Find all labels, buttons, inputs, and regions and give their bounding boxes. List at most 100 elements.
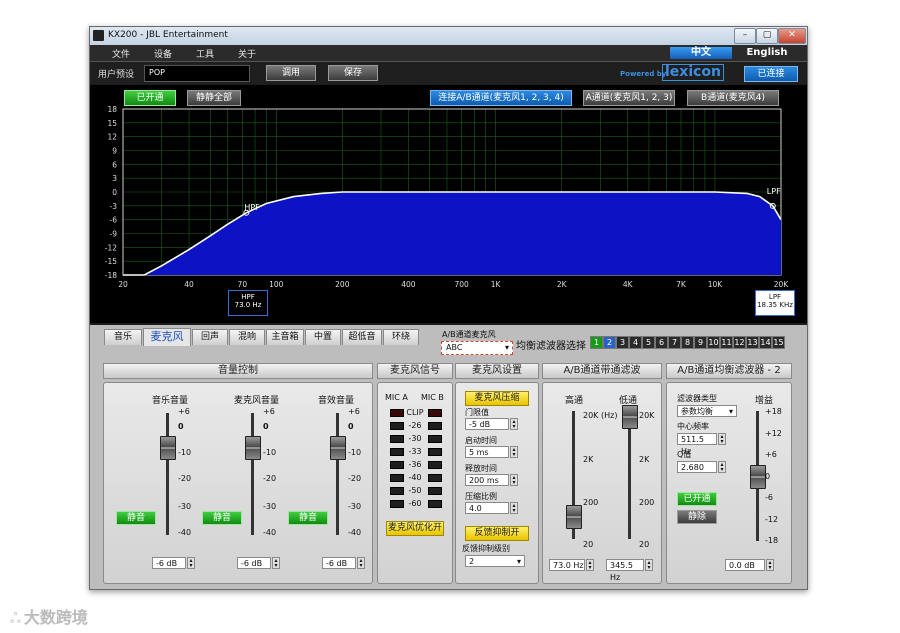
eq-channel-10-button[interactable]: 10 [707,336,720,349]
preset-field[interactable]: POP [144,65,250,82]
close-button[interactable]: ✕ [778,28,806,44]
watermark-logo: ஃ 大数跨境 [10,604,88,629]
mic-volume-knob[interactable] [245,436,261,460]
music-volume-knob[interactable] [160,436,176,460]
lang-en-button[interactable]: English [736,47,798,59]
eq-channel-4-button[interactable]: 4 [629,336,642,349]
x-tick-label: 2K [557,280,568,289]
mic-compress-button[interactable]: 麦克风压缩 [465,391,529,406]
mic-b-header: MIC B [421,393,444,402]
release-label: 释放时间 [465,464,497,473]
eq-channel-5-button[interactable]: 5 [642,336,655,349]
lowpass-track[interactable] [628,411,631,539]
connection-status-button[interactable]: 已连接 [744,66,798,82]
peq-bypass-button[interactable]: 静除 [677,510,717,524]
gain-knob[interactable] [750,465,766,489]
menu-about[interactable]: 关于 [238,47,256,60]
eq-channel-6-button[interactable]: 6 [655,336,668,349]
minimize-button[interactable]: – [734,28,756,44]
effect-volume-field[interactable]: -6 dB [322,557,356,569]
mic-volume-track[interactable] [251,413,254,535]
eq-channel-14-button[interactable]: 14 [759,336,772,349]
chevron-down-icon: ▾ [504,343,509,352]
effect-mute-button[interactable]: 静音 [288,511,328,525]
tab-surround[interactable]: 环绕 [383,329,419,345]
recall-button[interactable]: 调用 [266,65,316,81]
filter-type-dropdown[interactable]: 参数均衡 ▾ [677,405,737,417]
tab-mic[interactable]: 麦克风 [143,328,191,346]
section-bandpass-header: A/B通道带通滤波 [542,363,662,379]
highpass-knob[interactable] [566,505,582,529]
ratio-field[interactable]: 4.0 [465,502,509,514]
eq-channel-1-button[interactable]: 1 [590,336,603,349]
release-spinner[interactable]: ▴ ▾ [510,474,518,486]
attack-spinner[interactable]: ▴ ▾ [510,446,518,458]
tab-main-speaker[interactable]: 主音箱 [266,329,304,345]
tab-reverb[interactable]: 混响 [229,329,265,345]
q-spinner[interactable]: ▴ ▾ [718,461,726,473]
lang-zh-button[interactable]: 中文 [670,47,732,59]
eq-channel-3-button[interactable]: 3 [616,336,629,349]
q-field[interactable]: 2.680 [677,461,717,473]
threshold-field[interactable]: -5 dB [465,418,509,430]
lowpass-spinner[interactable]: ▴ ▾ [645,559,653,571]
lowpass-field[interactable]: 345.5 Hz [606,559,644,582]
mic-optimize-button[interactable]: 麦克风优化开 [386,521,444,536]
gain-spinner[interactable]: ▴ ▾ [766,559,774,571]
music-volume-field[interactable]: -6 dB [152,557,186,569]
highpass-field[interactable]: 73.0 Hz [549,559,585,571]
eq-response-chart[interactable]: 18 15 12 9 6 3 0 -3 -6 -9 -12 -15 -18 20 40 70 100 200 40… [105,105,790,289]
eq-channel-9-button[interactable]: 9 [694,336,707,349]
effect-volume-track[interactable] [336,413,339,535]
lowpass-knob[interactable] [622,405,638,429]
bypass-all-button[interactable]: 静静全部 [187,90,241,106]
hpf-box-title: HPF [241,293,255,301]
music-mute-button[interactable]: 静音 [116,511,156,525]
tab-subwoofer[interactable]: 超低音 [342,329,382,345]
music-volume-spinner[interactable]: ▴ ▾ [187,557,195,569]
y-tick-label: 3 [112,174,117,183]
eq-channel-11-button[interactable]: 11 [720,336,733,349]
menu-device[interactable]: 设备 [154,47,172,60]
menu-file[interactable]: 文件 [112,47,130,60]
mic-mute-button[interactable]: 静音 [202,511,242,525]
effect-volume-knob[interactable] [330,436,346,460]
route-b-button[interactable]: B通道(麦克风4) [687,90,779,106]
attack-field[interactable]: 5 ms [465,446,509,458]
maximize-button[interactable]: ▢ [756,28,778,44]
eq-channel-12-button[interactable]: 12 [733,336,746,349]
tab-music[interactable]: 音乐 [104,329,142,345]
eq-channel-15-button[interactable]: 15 [772,336,785,349]
mic-volume-field[interactable]: -6 dB [237,557,271,569]
gain-field[interactable]: 0.0 dB [725,559,765,571]
menu-tools[interactable]: 工具 [196,47,214,60]
hpf-box-value: 73.0 Hz [234,301,262,309]
route-ab-button[interactable]: 连接A/B通道(麦克风1, 2, 3, 4) [430,90,572,106]
center-freq-spinner[interactable]: ▴ ▾ [718,433,726,445]
mic-volume-spinner[interactable]: ▴ ▾ [272,557,280,569]
gain-scale-label: +12 [765,428,782,438]
peq-box: 滤波器类型 参数均衡 ▾ 中心频率 511.5 Hz ▴ ▾ Q值 2.680 ▴… [666,382,792,584]
music-volume-track[interactable] [166,413,169,535]
feedback-suppress-button[interactable]: 反馈抑制开 [465,526,529,541]
graph-on-button[interactable]: 已开通 [124,90,176,106]
peq-on-button[interactable]: 已开通 [677,492,717,506]
route-a-button[interactable]: A通道(麦克风1, 2, 3) [583,90,675,106]
eq-channel-7-button[interactable]: 7 [668,336,681,349]
save-button[interactable]: 保存 [328,65,378,81]
effect-volume-spinner[interactable]: ▴ ▾ [357,557,365,569]
ab-select-dropdown[interactable]: ABC ▾ [441,341,513,355]
threshold-spinner[interactable]: ▴ ▾ [510,418,518,430]
highpass-spinner[interactable]: ▴ ▾ [586,559,594,571]
feedback-level-dropdown[interactable]: 2 ▾ [465,555,525,567]
gain-scale-label: +6 [765,450,777,459]
tab-echo[interactable]: 回声 [192,329,228,345]
bp-scale-20k-a: 20K [583,411,599,420]
eq-channel-2-button[interactable]: 2 [603,336,616,349]
ratio-spinner[interactable]: ▴ ▾ [510,502,518,514]
release-field[interactable]: 200 ms [465,474,509,486]
eq-channel-13-button[interactable]: 13 [746,336,759,349]
tab-center[interactable]: 中置 [305,329,341,345]
center-freq-field[interactable]: 511.5 Hz [677,433,717,456]
eq-channel-8-button[interactable]: 8 [681,336,694,349]
